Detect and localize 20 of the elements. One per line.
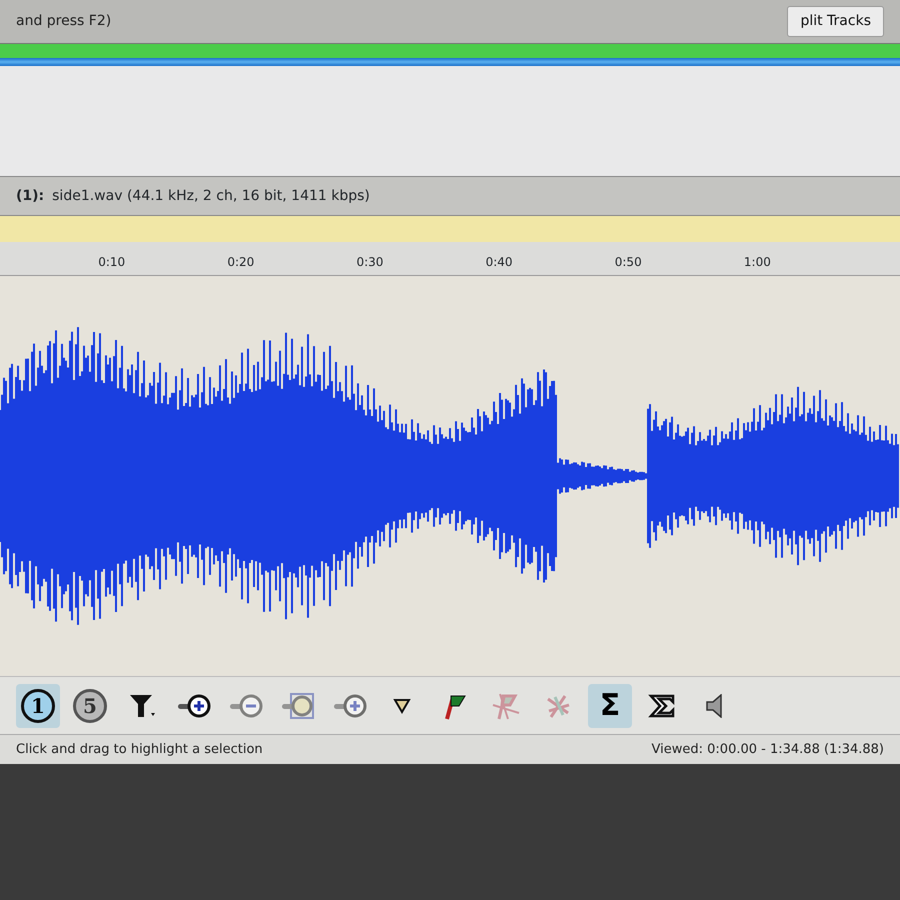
triangle-icon	[393, 698, 411, 714]
tool-button[interactable]: 1	[16, 684, 60, 728]
zoom-in-icon	[177, 692, 211, 720]
track-file-info: side1.wav (44.1 kHz, 2 ch, 16 bit, 1411 kbps)	[52, 186, 370, 206]
zoom-out-icon	[229, 692, 263, 720]
time-label: 0:40	[486, 255, 513, 269]
tool-button[interactable]: Σ	[588, 684, 632, 728]
speaker-icon	[706, 694, 722, 718]
zoom-in-icon	[333, 692, 367, 720]
split-tracks-button[interactable]: plit Tracks	[787, 6, 884, 37]
viewed-range: Viewed: 0:00.00 - 1:34.88 (1:34.88)	[652, 740, 884, 759]
time-label: 0:20	[227, 255, 254, 269]
time-label: 0:50	[614, 255, 642, 269]
status-message: Click and drag to highlight a selection	[16, 740, 263, 759]
track-number: (1):	[16, 186, 44, 206]
hint-text: and press F2)	[16, 12, 112, 31]
time-label: 0:30	[356, 255, 384, 269]
zoom-fit-icon	[281, 690, 315, 720]
time-label: 1:00	[744, 255, 771, 269]
time-label: 0:10	[98, 255, 126, 269]
